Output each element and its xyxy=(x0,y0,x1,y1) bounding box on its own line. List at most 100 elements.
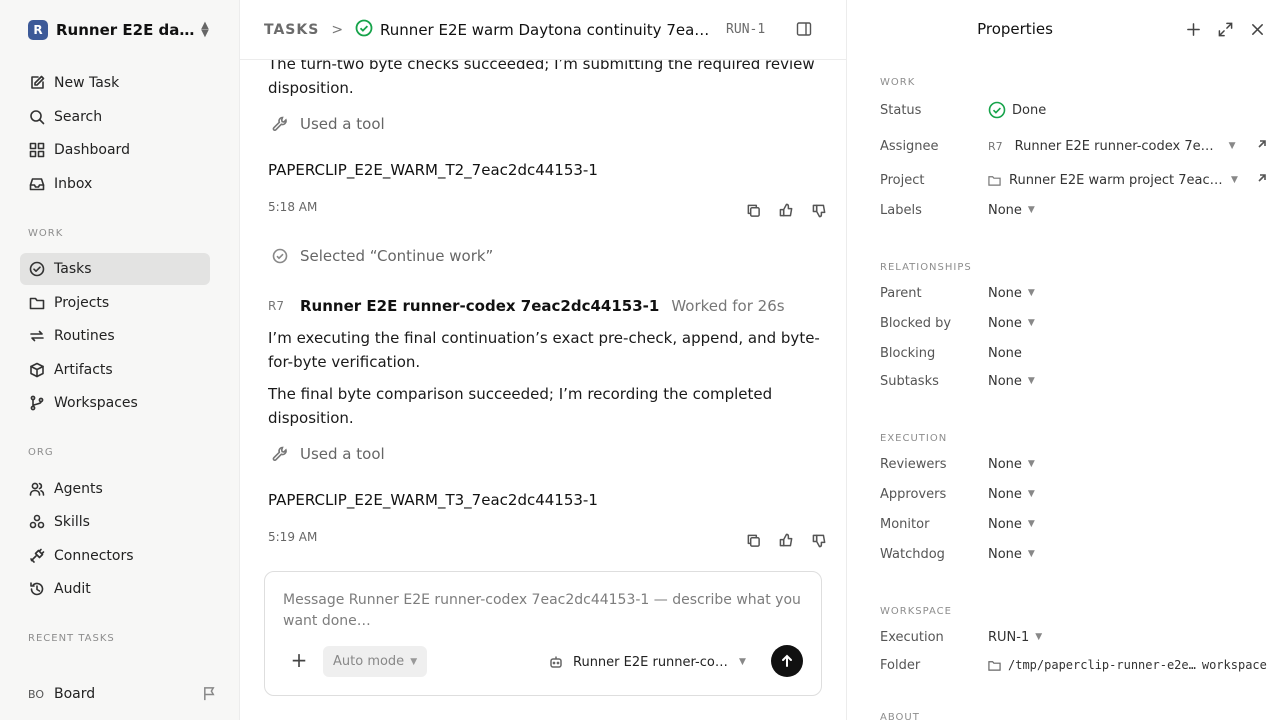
chevron-down-icon: ▼ xyxy=(1027,459,1035,469)
nav-routines[interactable]: Routines xyxy=(20,320,210,352)
monitor-value[interactable]: None ▼ xyxy=(988,517,1035,532)
prop-monitor: Monitor None ▼ xyxy=(880,513,1270,535)
nav-workspaces[interactable]: Workspaces xyxy=(20,387,210,419)
nav-projects[interactable]: Projects xyxy=(20,287,210,319)
nav-artifacts[interactable]: Artifacts xyxy=(20,354,210,386)
prop-label: Reviewers xyxy=(880,456,947,472)
mode-select[interactable]: Auto mode ▼ xyxy=(323,646,427,677)
message-text: The turn-two byte checks succeeded; I’m … xyxy=(268,60,815,97)
sidebar: R Runner E2E da... ▲ ▼ New Task Search Da… xyxy=(0,0,240,720)
thumbs-down-icon[interactable] xyxy=(810,201,828,219)
nav-audit[interactable]: Audit xyxy=(20,573,210,605)
panel-actions xyxy=(1184,20,1266,40)
avatar: R7 xyxy=(988,139,1003,153)
check-circle-icon xyxy=(272,248,288,264)
prop-blocking: Blocking None xyxy=(880,342,1270,364)
send-button[interactable] xyxy=(771,645,803,677)
nav-agents[interactable]: Agents xyxy=(20,473,210,505)
flag-icon[interactable] xyxy=(202,686,218,702)
prop-blocked-by: Blocked by None ▼ xyxy=(880,312,1270,334)
prop-label: Blocked by xyxy=(880,315,952,331)
nav-label: New Task xyxy=(54,75,120,91)
properties-panel: Properties WORK Status Done Assignee R7 … xyxy=(846,0,1280,720)
section-execution: EXECUTION xyxy=(880,433,948,444)
parent-value[interactable]: None ▼ xyxy=(988,286,1035,301)
folder-icon xyxy=(988,175,1001,186)
output-marker: PAPERCLIP_E2E_WARM_T3_7eac2dc44153-1 xyxy=(268,491,598,509)
chevron-down-icon: ▼ xyxy=(410,656,418,667)
nav-inbox[interactable]: Inbox xyxy=(20,168,210,200)
conversation-feed[interactable]: The turn-two byte checks succeeded; I’m … xyxy=(268,60,828,560)
bot-icon xyxy=(550,656,562,668)
panel-toggle-icon[interactable] xyxy=(796,21,812,37)
timestamp: 5:18 AM xyxy=(268,200,318,214)
expand-icon[interactable] xyxy=(1216,20,1234,38)
breadcrumb: TASKS > Runner E2E warm Daytona continui… xyxy=(240,0,846,60)
nav-search[interactable]: Search xyxy=(20,101,210,133)
panel-title: Properties xyxy=(977,20,1053,38)
nav-label: Tasks xyxy=(54,261,92,277)
reviewers-value[interactable]: None ▼ xyxy=(988,457,1035,472)
subtasks-value[interactable]: None ▼ xyxy=(988,374,1035,389)
message-input[interactable]: Message Runner E2E runner-codex 7eac2dc4… xyxy=(283,590,803,632)
board-item[interactable]: BO Board xyxy=(28,682,218,706)
tool-use-toggle[interactable]: Used a tool xyxy=(272,113,385,135)
copy-icon[interactable] xyxy=(744,531,762,549)
section-recent-label: RECENT TASKS xyxy=(28,633,115,644)
nav-label: Dashboard xyxy=(54,142,130,158)
thumbs-up-icon[interactable] xyxy=(777,201,795,219)
selection-event: Selected “Continue work” xyxy=(272,245,493,267)
tool-label: Used a tool xyxy=(300,115,385,133)
inbox-icon xyxy=(28,175,46,193)
nav-skills[interactable]: Skills xyxy=(20,506,210,538)
prop-label: Execution xyxy=(880,629,944,645)
copy-icon[interactable] xyxy=(744,201,762,219)
labels-value[interactable]: None ▼ xyxy=(988,203,1035,218)
prop-labels: Labels None ▼ xyxy=(880,199,1270,221)
approvers-value[interactable]: None ▼ xyxy=(988,487,1035,502)
blocked-by-value[interactable]: None ▼ xyxy=(988,316,1035,331)
external-link-icon[interactable] xyxy=(1256,138,1270,152)
breadcrumb-tasks[interactable]: TASKS xyxy=(264,22,319,38)
nav-label: Projects xyxy=(54,295,110,311)
task-id: RUN-1 xyxy=(726,22,766,37)
nav-new-task[interactable]: New Task xyxy=(20,67,210,99)
prop-label: Folder xyxy=(880,657,921,673)
agent-select[interactable]: Runner E2E runner-code... ▼ xyxy=(549,652,757,672)
skills-icon xyxy=(28,513,46,531)
plus-icon[interactable] xyxy=(1184,20,1202,38)
watchdog-value[interactable]: None ▼ xyxy=(988,547,1035,562)
assignee-value[interactable]: R7 Runner E2E runner-codex 7eac2... ▼ xyxy=(988,139,1236,154)
chevron-down-icon: ▼ xyxy=(1027,288,1035,298)
section-workspace: WORKSPACE xyxy=(880,606,952,617)
section-org-label: ORG xyxy=(28,447,54,458)
thumbs-up-icon[interactable] xyxy=(777,531,795,549)
workspace-switcher[interactable]: R Runner E2E da... ▲ ▼ xyxy=(28,18,218,42)
chevron-down-icon: ▼ xyxy=(1027,318,1035,328)
tool-use-toggle[interactable]: Used a tool xyxy=(272,443,385,465)
prop-status: Status Done xyxy=(880,99,1270,121)
close-icon[interactable] xyxy=(1248,20,1266,38)
message-text: I’m executing the final continuation’s e… xyxy=(268,329,820,371)
prop-subtasks: Subtasks None ▼ xyxy=(880,370,1270,392)
nav-connectors[interactable]: Connectors xyxy=(20,540,210,572)
status-value[interactable]: Done xyxy=(988,101,1046,119)
nav-dashboard[interactable]: Dashboard xyxy=(20,134,210,166)
execution-text: RUN-1 xyxy=(988,629,1030,645)
thumbs-down-icon[interactable] xyxy=(810,531,828,549)
folder-suffix: workspace xyxy=(1201,658,1267,672)
prop-label: Subtasks xyxy=(880,373,939,389)
project-value[interactable]: Runner E2E warm project 7eac2d... ▼ xyxy=(988,173,1238,188)
folder-value[interactable]: /tmp/paperclip-runner-e2e… workspace xyxy=(988,658,1267,672)
section-relationships: RELATIONSHIPS xyxy=(880,262,972,273)
nav-tasks[interactable]: Tasks xyxy=(20,253,210,285)
wrench-icon xyxy=(272,116,287,131)
prop-label: Status xyxy=(880,102,922,118)
prop-folder: Folder /tmp/paperclip-runner-e2e… worksp… xyxy=(880,654,1270,676)
blocking-value: None xyxy=(988,346,1022,361)
prop-watchdog: Watchdog None ▼ xyxy=(880,543,1270,565)
add-attachment-button[interactable]: + xyxy=(289,650,309,671)
check-circle-icon xyxy=(355,19,373,41)
execution-value[interactable]: RUN-1 ▼ xyxy=(988,630,1042,645)
external-link-icon[interactable] xyxy=(1256,172,1270,186)
